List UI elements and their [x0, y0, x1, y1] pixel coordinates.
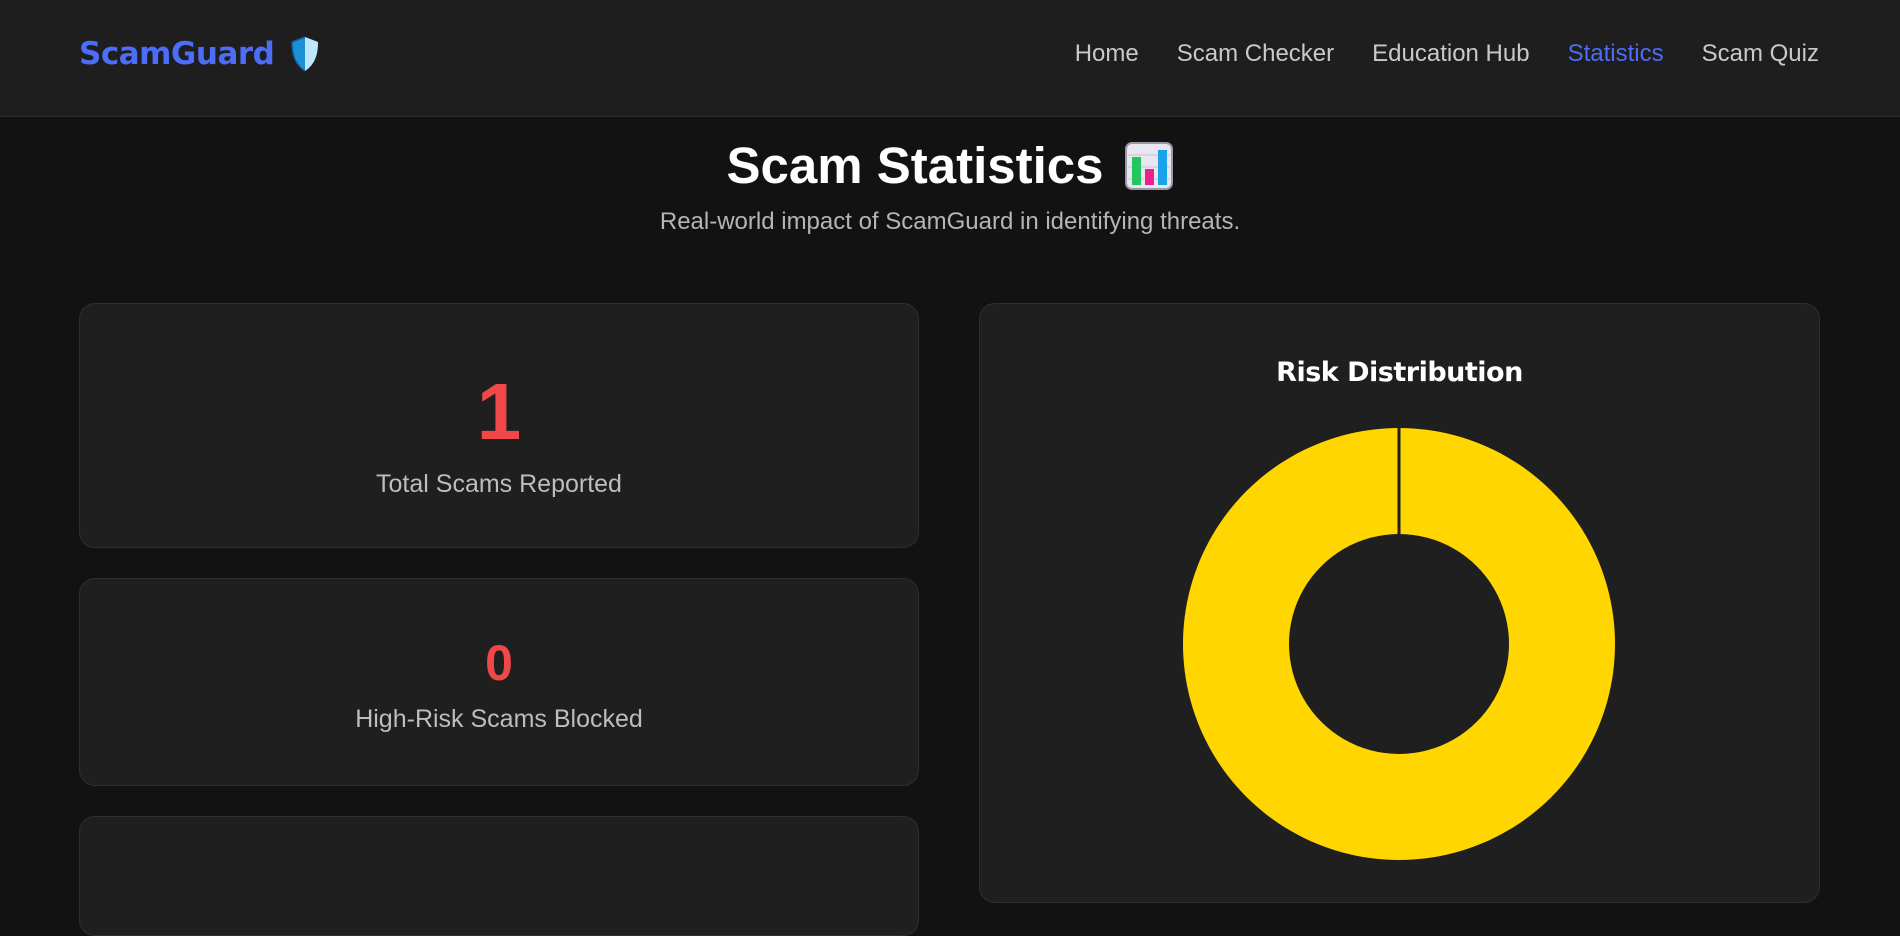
nav-scam-quiz[interactable]: Scam Quiz: [1702, 40, 1819, 68]
page-title: Scam Statistics: [726, 137, 1104, 194]
stat-card-partial: [79, 816, 919, 936]
stat-card-high-risk: 0 High-Risk Scams Blocked: [79, 578, 919, 786]
page-title-row: Scam Statistics: [0, 136, 1900, 195]
risk-donut-chart: [1182, 428, 1615, 860]
stat-label: High-Risk Scams Blocked: [355, 705, 643, 733]
page-subtitle: Real-world impact of ScamGuard in identi…: [659, 208, 1241, 235]
nav-links: Home Scam Checker Education Hub Statisti…: [1075, 40, 1819, 68]
navbar: ScamGuard Home Scam Checker Education Hu…: [0, 0, 1900, 117]
shield-icon: [291, 36, 319, 72]
nav-statistics[interactable]: Statistics: [1568, 40, 1664, 68]
nav-home[interactable]: Home: [1075, 40, 1139, 68]
brand-name: ScamGuard: [79, 36, 275, 72]
nav-scam-checker[interactable]: Scam Checker: [1177, 40, 1334, 68]
brand[interactable]: ScamGuard: [79, 36, 320, 72]
risk-distribution-card: Risk Distribution: [979, 303, 1820, 903]
stat-value: 1: [476, 367, 522, 456]
nav-education-hub[interactable]: Education Hub: [1372, 40, 1529, 68]
stat-label: Total Scams Reported: [376, 470, 622, 498]
stat-card-total: 1 Total Scams Reported: [79, 303, 919, 548]
bar-chart-icon: [1124, 141, 1173, 190]
stat-value: 0: [485, 635, 513, 691]
